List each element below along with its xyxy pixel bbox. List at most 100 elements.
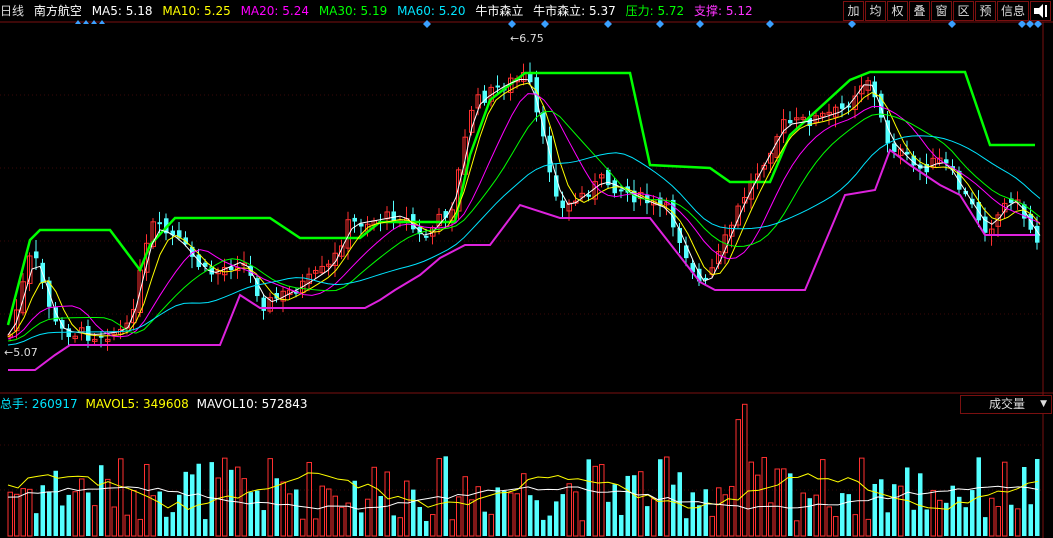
volume-bar bbox=[203, 519, 208, 536]
volume-bar bbox=[697, 505, 702, 536]
total-volume-readout: 总手: 260917 bbox=[0, 397, 78, 411]
volume-bar bbox=[632, 475, 637, 536]
volume-bar bbox=[788, 473, 793, 536]
volume-bar bbox=[709, 515, 715, 537]
indicator-name: 牛市森立 bbox=[475, 4, 524, 18]
volume-bar bbox=[319, 485, 325, 537]
volume-bar bbox=[970, 490, 975, 536]
volume-bar bbox=[989, 497, 995, 537]
volume-bar bbox=[34, 513, 39, 536]
volume-bar bbox=[99, 465, 104, 536]
volume-bar bbox=[482, 511, 487, 536]
chart-grid bbox=[0, 21, 1053, 538]
ma30-readout: MA30: 5.19 bbox=[318, 4, 388, 18]
range-button[interactable]: 区 bbox=[953, 1, 974, 21]
volume-bar bbox=[528, 495, 533, 536]
candle-body bbox=[586, 194, 591, 197]
volume-bar bbox=[813, 494, 819, 537]
volume-header: 总手: 260917 MAVOL5: 349608 MAVOL10: 57284… bbox=[0, 395, 311, 413]
mavol5-readout: MAVOL5: 349608 bbox=[85, 397, 189, 411]
volume-bar bbox=[586, 459, 591, 536]
volume-bar bbox=[781, 468, 787, 537]
candle-body bbox=[157, 222, 162, 225]
volume-bar bbox=[248, 492, 253, 536]
candle-body bbox=[495, 85, 500, 88]
volume-bar bbox=[157, 491, 162, 536]
volume-bar bbox=[664, 456, 670, 537]
forecast-button[interactable]: 预 bbox=[975, 1, 996, 21]
volume-bar bbox=[495, 487, 500, 536]
volume-bar bbox=[566, 483, 572, 537]
volume-bar bbox=[417, 506, 422, 536]
candle-body bbox=[34, 251, 39, 259]
volume-bar bbox=[892, 484, 897, 536]
volume-bar bbox=[384, 471, 390, 537]
volume-bar bbox=[443, 456, 448, 536]
volume-bar bbox=[671, 484, 676, 536]
volume-bar bbox=[963, 507, 968, 536]
add-button[interactable]: 加 bbox=[843, 1, 864, 21]
volume-bar bbox=[7, 491, 13, 537]
volume-bar bbox=[267, 458, 273, 537]
exit-arrow-icon[interactable] bbox=[1030, 1, 1051, 21]
window-button[interactable]: 窗 bbox=[931, 1, 952, 21]
volume-bar bbox=[294, 489, 299, 536]
volume-bar bbox=[898, 485, 904, 537]
volume-bar bbox=[170, 512, 175, 536]
ma30-line bbox=[7, 110, 1041, 342]
volume-bar bbox=[1035, 458, 1040, 536]
info-button[interactable]: 信息 bbox=[997, 1, 1029, 21]
volume-bar bbox=[137, 518, 143, 537]
volume-bar bbox=[287, 493, 293, 537]
volume-bar bbox=[1002, 461, 1008, 537]
rights-button[interactable]: 权 bbox=[887, 1, 908, 21]
volume-bar bbox=[924, 509, 929, 536]
average-button[interactable]: 均 bbox=[865, 1, 886, 21]
volume-indicator-select[interactable]: 成交量 ▼ bbox=[960, 395, 1052, 414]
volume-bar bbox=[326, 488, 332, 537]
volume-bar bbox=[183, 471, 188, 536]
volume-bar bbox=[92, 505, 98, 537]
volume-bar bbox=[1028, 504, 1033, 536]
volume-bar bbox=[937, 499, 943, 537]
volume-bar bbox=[846, 494, 851, 536]
volume-bar bbox=[27, 488, 33, 537]
volume-bar bbox=[944, 502, 949, 536]
volume-bar bbox=[735, 419, 741, 537]
volume-bar bbox=[86, 492, 91, 536]
pressure-readout: 压力: 5.72 bbox=[625, 4, 685, 18]
volume-bar bbox=[430, 514, 436, 537]
volume-bar bbox=[560, 494, 565, 536]
volume-bar bbox=[983, 517, 988, 536]
volume-bar bbox=[729, 485, 735, 537]
candle-body bbox=[560, 200, 565, 209]
volume-bar bbox=[397, 517, 403, 537]
support-line bbox=[8, 148, 1035, 371]
volume-bar bbox=[261, 510, 266, 536]
volume-bar bbox=[826, 506, 832, 537]
volume-bar bbox=[592, 465, 598, 537]
volume-bar bbox=[1015, 508, 1021, 537]
overlay-button[interactable]: 叠 bbox=[909, 1, 930, 21]
candle-body bbox=[840, 103, 845, 109]
volume-bar bbox=[703, 489, 708, 536]
indicator-readout: 牛市森立: 5.37 bbox=[533, 4, 616, 18]
volume-indicator-value: 成交量 bbox=[989, 397, 1026, 411]
volume-bar bbox=[761, 456, 767, 537]
volume-bar bbox=[879, 479, 884, 536]
support-readout: 支撑: 5.12 bbox=[694, 4, 753, 18]
volume-bar bbox=[606, 501, 611, 536]
stock-name: 南方航空 bbox=[33, 4, 82, 18]
volume-bar bbox=[229, 469, 234, 536]
kline-chart[interactable] bbox=[0, 0, 1053, 538]
volume-bar bbox=[345, 502, 351, 537]
period-label[interactable]: 日线 bbox=[0, 4, 24, 18]
volume-bar bbox=[378, 496, 383, 536]
chevron-down-icon: ▼ bbox=[1040, 399, 1047, 409]
volume-bar bbox=[690, 492, 695, 536]
volume-bar bbox=[255, 490, 260, 536]
volume-bar bbox=[742, 403, 748, 537]
volume-bar bbox=[905, 467, 910, 536]
volume-bar bbox=[118, 458, 124, 537]
low-price-label: ←5.07 bbox=[4, 346, 38, 359]
